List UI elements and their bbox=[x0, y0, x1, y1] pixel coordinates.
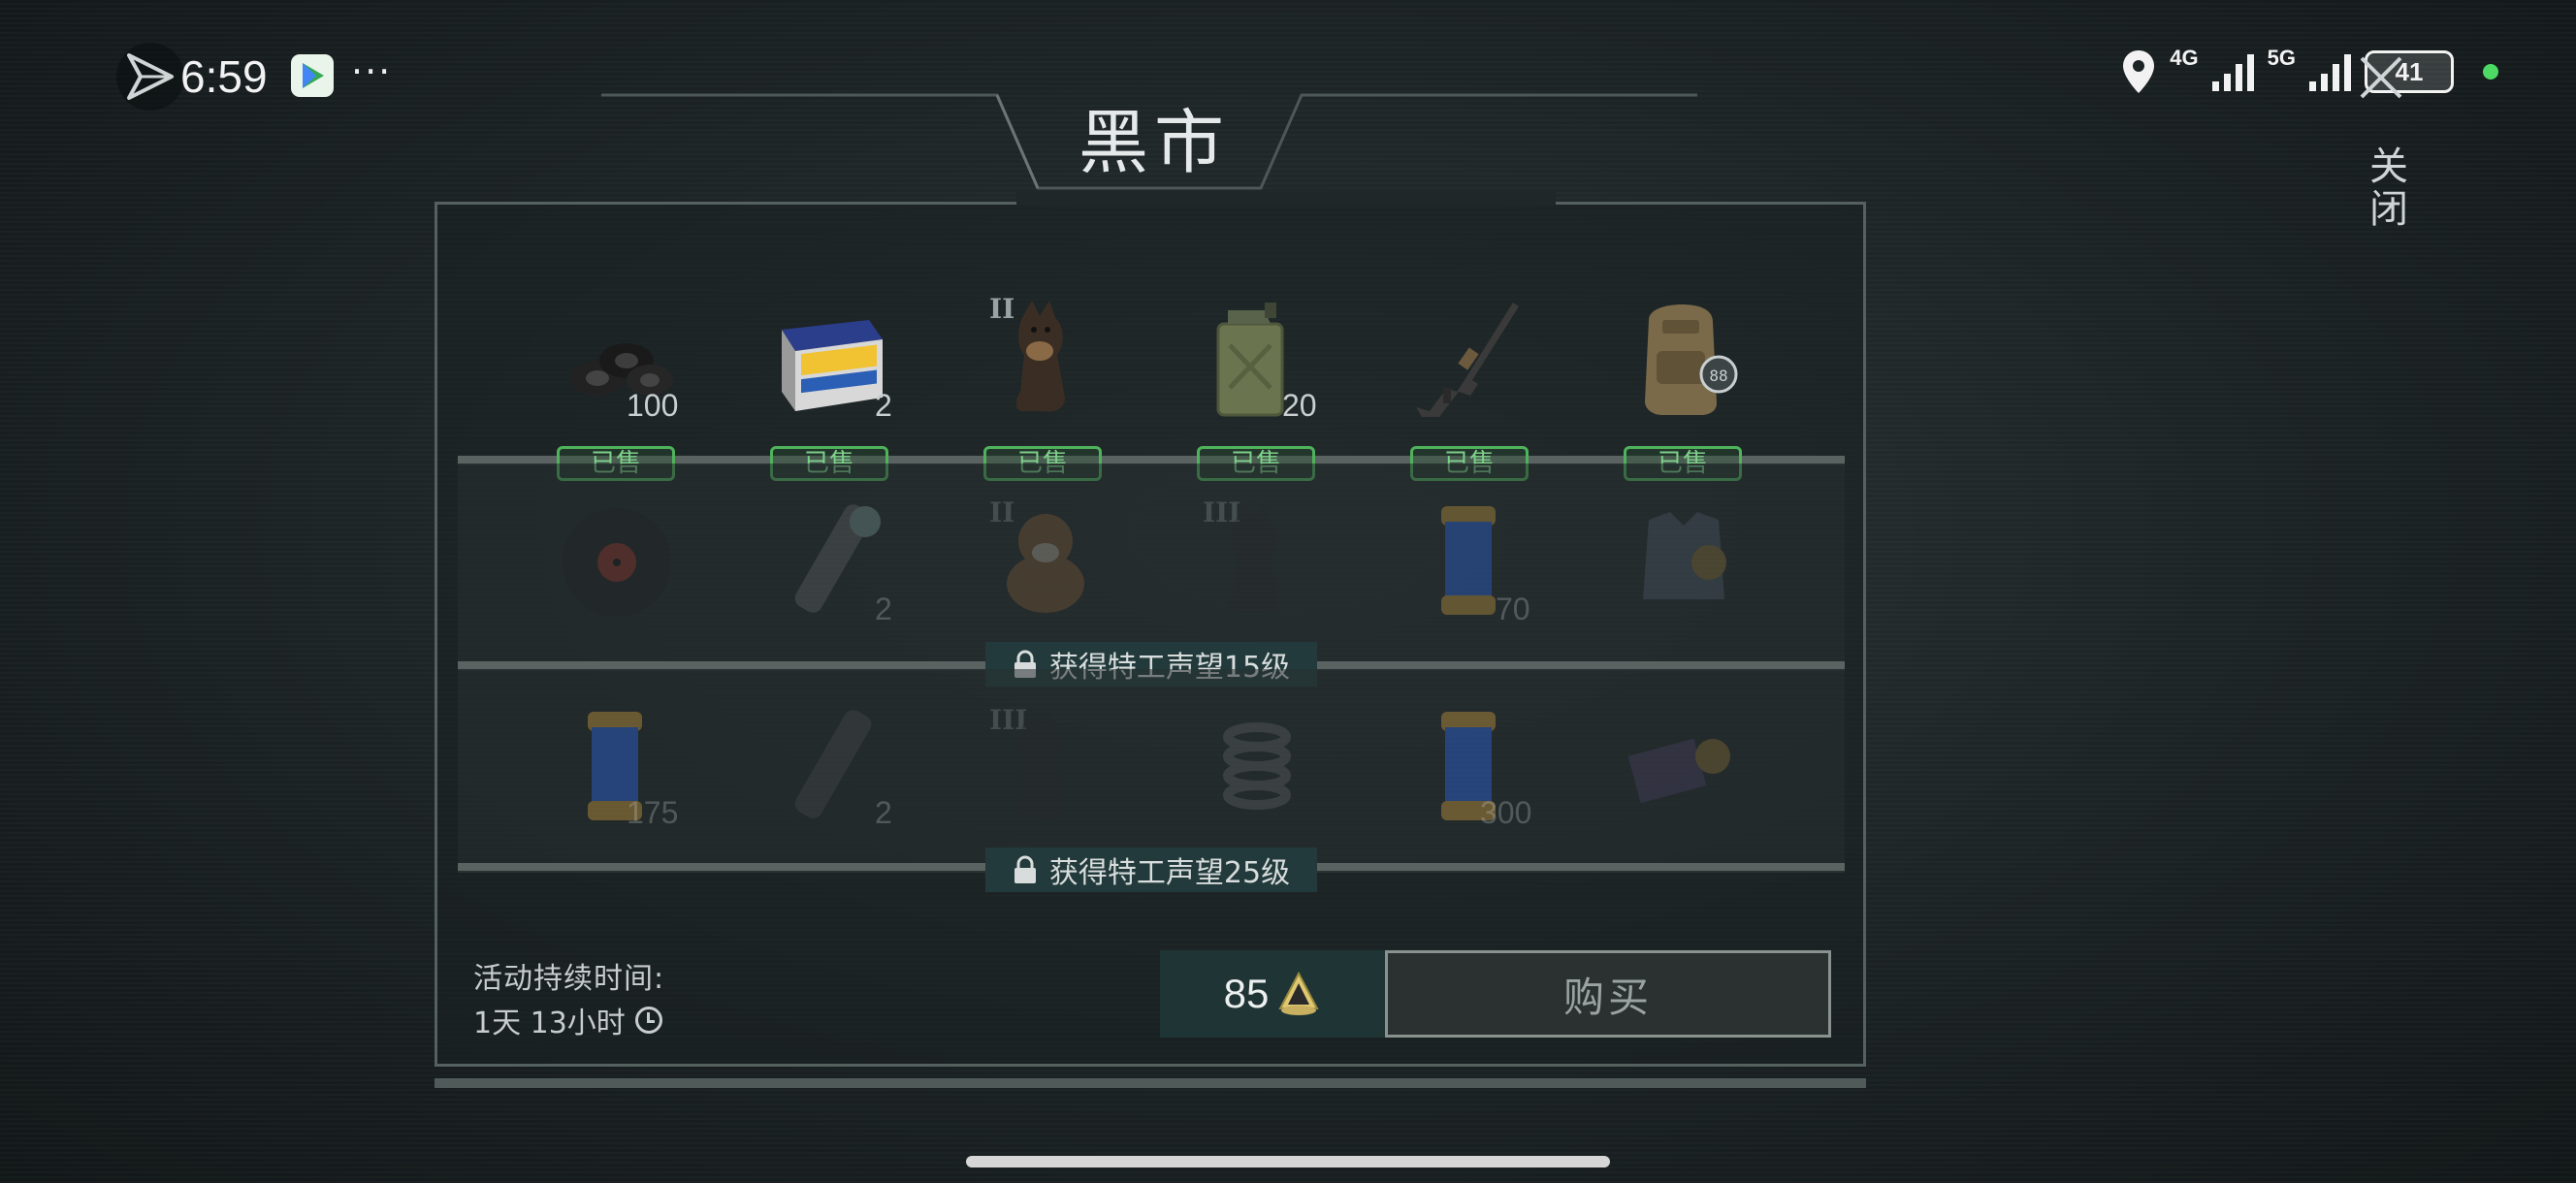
shop-item-id-badge bbox=[1616, 698, 1752, 834]
vinyl-record-icon bbox=[563, 508, 671, 617]
shop-item-backpack[interactable]: 88 bbox=[1616, 291, 1752, 427]
page-title: 黑市 bbox=[1078, 102, 1230, 183]
buy-button[interactable]: 购买 bbox=[1385, 950, 1831, 1038]
signal-bars-1-icon bbox=[2211, 52, 2254, 91]
network-5g-label: 5G bbox=[2267, 46, 2296, 70]
id-badge-icon bbox=[1627, 738, 1730, 804]
shop-item-rifle[interactable] bbox=[1402, 291, 1538, 427]
price-display: 85 bbox=[1160, 950, 1385, 1038]
close-icon[interactable] bbox=[2352, 48, 2410, 107]
rifle-icon bbox=[1416, 303, 1519, 417]
genesis-coin-icon bbox=[1278, 971, 1320, 1015]
close-button[interactable]: 关闭 bbox=[2357, 145, 2413, 231]
event-duration: 1天 13小时 bbox=[473, 999, 662, 1041]
shop-item-puppy bbox=[976, 493, 1111, 628]
clock-icon bbox=[634, 1007, 662, 1034]
dog-icon bbox=[1229, 502, 1278, 614]
status-indicators: 4G 5G 41 bbox=[2121, 46, 2498, 95]
backpack-icon: 88 bbox=[1645, 304, 1738, 415]
lock-icon bbox=[1014, 855, 1036, 883]
puppy-icon bbox=[1007, 514, 1084, 613]
unlock-requirement-25: 获得特工声望25级 bbox=[985, 847, 1317, 892]
event-duration-label: 活动持续时间: bbox=[473, 962, 665, 996]
item-quantity: 2 bbox=[875, 388, 892, 423]
event-duration-value: 1天 13小时 bbox=[473, 1007, 626, 1040]
panel-top-notch bbox=[1016, 192, 1556, 206]
svg-text:88: 88 bbox=[1709, 367, 1727, 385]
panel-bottom-bar bbox=[435, 1078, 1866, 1088]
shop-item-armor-vest bbox=[1616, 493, 1752, 628]
network-4g-label: 4G bbox=[2170, 46, 2199, 70]
location-icon bbox=[2123, 50, 2155, 93]
item-quantity: 175 bbox=[627, 795, 679, 830]
dog-icon bbox=[1015, 301, 1065, 412]
shop-item-dog[interactable] bbox=[976, 291, 1111, 427]
play-store-icon bbox=[291, 54, 334, 97]
item-quantity: 300 bbox=[1480, 795, 1532, 830]
shop-item-dog bbox=[976, 698, 1111, 834]
item-quantity: 70 bbox=[1496, 592, 1530, 626]
more-notifications-icon: ··· bbox=[351, 50, 393, 93]
spring-coil-icon bbox=[1223, 722, 1291, 810]
send-icon[interactable] bbox=[116, 43, 184, 111]
home-indicator[interactable] bbox=[966, 1156, 1610, 1167]
price-value: 85 bbox=[1223, 971, 1270, 1016]
privacy-indicator-dot bbox=[2483, 64, 2498, 80]
signal-bars-2-icon bbox=[2309, 52, 2351, 91]
item-quantity: 2 bbox=[875, 592, 892, 626]
status-time: 6:59 bbox=[180, 51, 268, 102]
item-quantity: 2 bbox=[875, 795, 892, 830]
shop-item-dog bbox=[1189, 493, 1325, 628]
armor-vest-icon bbox=[1643, 512, 1726, 599]
shop-item-spring-coil bbox=[1189, 698, 1325, 834]
item-quantity: 20 bbox=[1282, 388, 1317, 423]
unlock-requirement-text: 获得特工声望25级 bbox=[1048, 856, 1291, 890]
dog-icon bbox=[1015, 708, 1065, 819]
item-quantity: 100 bbox=[627, 388, 679, 423]
shop-item-vinyl-record bbox=[549, 493, 685, 628]
